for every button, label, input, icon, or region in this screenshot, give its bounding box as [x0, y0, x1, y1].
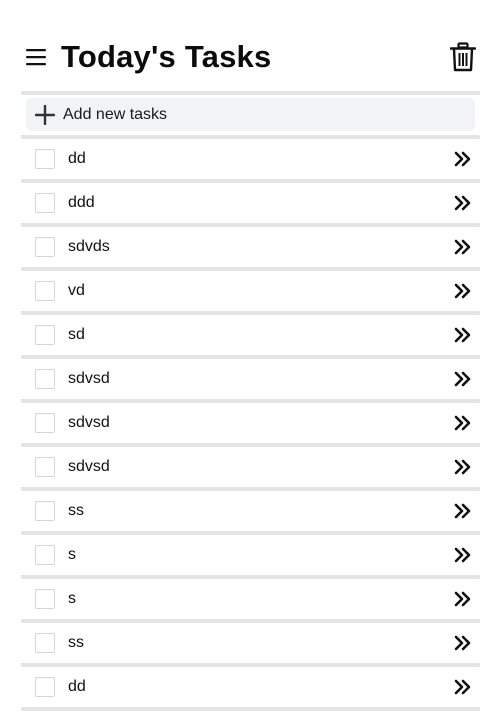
double-chevron-right-icon[interactable]	[454, 503, 471, 519]
task-checkbox[interactable]	[35, 633, 55, 653]
task-checkbox[interactable]	[35, 369, 55, 389]
task-row: sdvsd	[21, 447, 480, 487]
task-label: s	[68, 546, 76, 563]
task-checkbox[interactable]	[35, 193, 55, 213]
task-row: sdvds	[21, 227, 480, 267]
task-row: dd	[21, 139, 480, 179]
task-row: vd	[21, 271, 480, 311]
task-row: ddd	[21, 183, 480, 223]
task-row: dd	[21, 667, 480, 707]
task-label: sdvsd	[68, 370, 110, 387]
task-checkbox[interactable]	[35, 589, 55, 609]
divider	[21, 707, 480, 711]
double-chevron-right-icon[interactable]	[454, 239, 471, 255]
task-row: ss	[21, 623, 480, 663]
double-chevron-right-icon[interactable]	[454, 327, 471, 343]
double-chevron-right-icon[interactable]	[454, 459, 471, 475]
task-list: dd ddd sdvds vd sd sdvsd sdvsd sdvsd ss s s ss dd	[0, 0, 500, 716]
double-chevron-right-icon[interactable]	[454, 371, 471, 387]
task-label: sdvsd	[68, 458, 110, 475]
task-label: dd	[68, 678, 86, 695]
task-checkbox[interactable]	[35, 677, 55, 697]
double-chevron-right-icon[interactable]	[454, 635, 471, 651]
task-label: s	[68, 590, 76, 607]
task-label: sd	[68, 326, 85, 343]
task-row: sd	[21, 315, 480, 355]
task-row: sdvsd	[21, 359, 480, 399]
double-chevron-right-icon[interactable]	[454, 195, 471, 211]
double-chevron-right-icon[interactable]	[454, 679, 471, 695]
task-checkbox[interactable]	[35, 457, 55, 477]
task-checkbox[interactable]	[35, 149, 55, 169]
double-chevron-right-icon[interactable]	[454, 547, 471, 563]
task-checkbox[interactable]	[35, 545, 55, 565]
task-checkbox[interactable]	[35, 413, 55, 433]
double-chevron-right-icon[interactable]	[454, 283, 471, 299]
task-checkbox[interactable]	[35, 501, 55, 521]
task-label: vd	[68, 282, 85, 299]
task-row: sdvsd	[21, 403, 480, 443]
task-label: sdvds	[68, 238, 110, 255]
task-label: ss	[68, 634, 84, 651]
double-chevron-right-icon[interactable]	[454, 151, 471, 167]
task-row: ss	[21, 491, 480, 531]
task-label: dd	[68, 150, 86, 167]
task-row: s	[21, 535, 480, 575]
task-checkbox[interactable]	[35, 237, 55, 257]
task-checkbox[interactable]	[35, 325, 55, 345]
double-chevron-right-icon[interactable]	[454, 415, 471, 431]
task-row: s	[21, 579, 480, 619]
task-label: sdvsd	[68, 414, 110, 431]
todo-app: Today's Tasks Add new tasks dd ddd sdvds vd…	[0, 0, 500, 716]
task-label: ddd	[68, 194, 95, 211]
task-label: ss	[68, 502, 84, 519]
task-checkbox[interactable]	[35, 281, 55, 301]
double-chevron-right-icon[interactable]	[454, 591, 471, 607]
